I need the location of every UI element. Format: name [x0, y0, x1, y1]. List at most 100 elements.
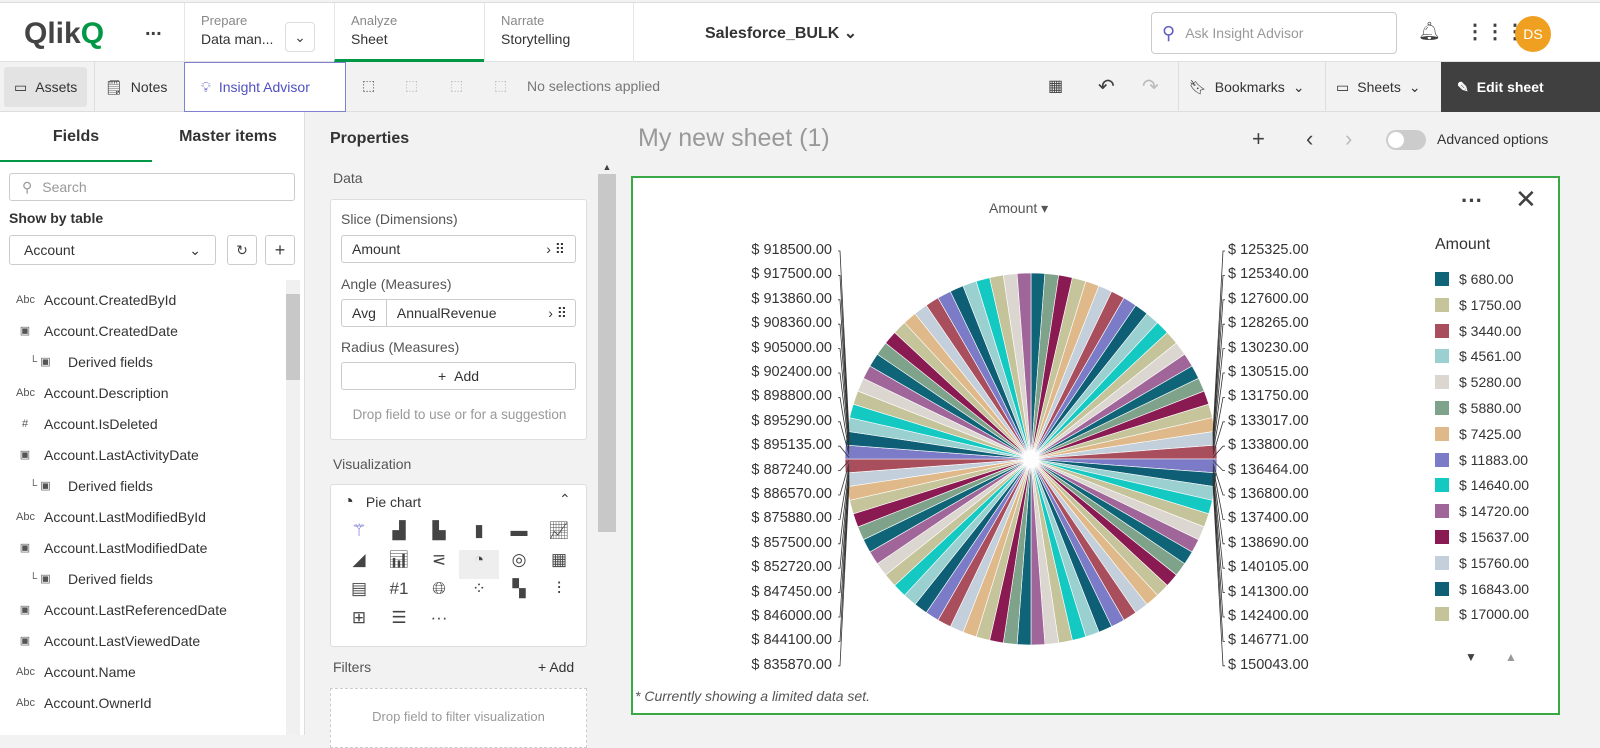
field-item[interactable]: Abc Account.Name: [16, 656, 136, 687]
field-item[interactable]: ▣ Account.CreatedDate: [16, 315, 178, 346]
legend-item[interactable]: $ 15760.00: [1435, 555, 1529, 571]
area-chart-icon[interactable]: ◢: [339, 550, 379, 579]
advanced-options-toggle[interactable]: [1386, 130, 1426, 150]
chevron-up-icon[interactable]: ⌃: [559, 491, 571, 508]
tab-master-items[interactable]: Master items: [152, 112, 304, 162]
previous-sheet-icon[interactable]: ‹: [1306, 126, 1313, 152]
donut-chart-icon[interactable]: ◎: [499, 550, 539, 579]
next-sheet-icon[interactable]: ›: [1345, 126, 1352, 152]
legend-item[interactable]: $ 15637.00: [1435, 529, 1529, 545]
bullet-chart-icon[interactable]: ▮: [459, 521, 499, 550]
kpi-icon[interactable]: #1: [379, 579, 419, 608]
qlik-logo[interactable]: QlikQ: [24, 17, 104, 51]
scatter-plot-icon[interactable]: ⁘: [459, 579, 499, 608]
insight-advisor-button[interactable]: 💡︎ Insight Advisor: [184, 62, 346, 112]
field-item[interactable]: Abc Account.Description: [16, 377, 169, 408]
more-menu-button[interactable]: ...: [145, 18, 162, 41]
selections-tool-icon[interactable]: ▦: [1048, 76, 1063, 96]
aggregation[interactable]: Avg: [342, 300, 387, 326]
legend-item[interactable]: $ 16843.00: [1435, 581, 1529, 597]
step-back-icon[interactable]: ⬚: [405, 77, 418, 94]
field-item[interactable]: # Account.IsDeleted: [16, 408, 158, 439]
app-title[interactable]: Salesforce_BULK ⌄: [705, 23, 857, 43]
notes-button[interactable]: 🗒︎ Notes: [94, 62, 177, 112]
clear-selections-icon[interactable]: ⬚: [494, 77, 507, 94]
filter-drop-zone[interactable]: Drop field to filter visualization: [330, 688, 587, 748]
legend-item[interactable]: $ 3440.00: [1435, 323, 1521, 339]
legend-item[interactable]: $ 17000.00: [1435, 606, 1529, 622]
legend-scroll-down[interactable]: ▼: [1465, 650, 1477, 664]
bar-chart-icon[interactable]: ▟: [379, 521, 419, 550]
undo-icon[interactable]: ↶: [1098, 74, 1115, 99]
add-sheet-icon[interactable]: +: [1252, 126, 1265, 152]
tab-narrate[interactable]: Narrate Storytelling: [484, 3, 634, 62]
legend-item[interactable]: $ 7425.00: [1435, 426, 1521, 442]
refresh-button[interactable]: ↻: [227, 235, 257, 265]
assets-button[interactable]: ▭ Assets: [4, 67, 88, 107]
viz-selected[interactable]: ◔ Pie chart: [343, 491, 421, 512]
bell-icon[interactable]: 🔔︎: [1418, 21, 1441, 42]
box-plot-icon[interactable]: ⊞: [339, 608, 379, 637]
field-item[interactable]: └ ▣ Derived fields: [22, 563, 152, 594]
treemap-icon[interactable]: ▚: [499, 579, 539, 608]
dimension-item[interactable]: Amount › ⠿: [341, 235, 576, 263]
pie-chart-object[interactable]: Amount ▾ ··· ✕ $ 918500.00 $ 917500.00 $ 9…: [631, 176, 1560, 715]
combo-chart-icon[interactable]: 📊︎: [379, 550, 419, 579]
edit-sheet-button[interactable]: ✎ Edit sheet: [1441, 62, 1600, 112]
scrollbar-thumb[interactable]: [286, 294, 300, 380]
field-item[interactable]: ▣ Account.LastViewedDate: [16, 625, 200, 656]
legend-item[interactable]: $ 5880.00: [1435, 400, 1521, 416]
field-item[interactable]: Abc Account.LastModifiedById: [16, 501, 206, 532]
legend-item[interactable]: $ 11883.00: [1435, 452, 1528, 468]
field-item[interactable]: ▣ Account.LastModifiedDate: [16, 532, 208, 563]
map-icon[interactable]: 🌐︎: [419, 579, 459, 608]
field-item[interactable]: Abc Account.OwnerId: [16, 687, 151, 718]
field-item[interactable]: └ ▣ Derived fields: [22, 470, 153, 501]
legend-item[interactable]: $ 14640.00: [1435, 477, 1529, 493]
table-select[interactable]: Account ⌄: [9, 235, 216, 265]
pivot-table-icon[interactable]: ▤: [339, 579, 379, 608]
field-item[interactable]: ▣ Account.LastActivityDate: [16, 439, 199, 470]
field-name: Derived fields: [68, 477, 153, 494]
selection-search-icon[interactable]: ⬚: [362, 77, 375, 94]
legend-item[interactable]: $ 680.00: [1435, 271, 1514, 287]
avatar[interactable]: DS: [1515, 16, 1551, 52]
scrollbar[interactable]: [286, 280, 300, 735]
field-item[interactable]: Abc Account.CreatedById: [16, 284, 176, 315]
table-icon[interactable]: ▦: [539, 550, 579, 579]
mekko-chart-icon[interactable]: ▙: [419, 521, 459, 550]
scrollbar-thumb[interactable]: [598, 174, 616, 532]
redo-icon[interactable]: ↷: [1142, 74, 1159, 99]
filter-pane-icon[interactable]: ☰: [379, 608, 419, 637]
legend-scroll-up[interactable]: ▲: [1505, 650, 1517, 664]
add-button[interactable]: +: [265, 235, 295, 265]
step-forward-icon[interactable]: ⬚: [450, 77, 463, 94]
gauge-bar-icon[interactable]: ▬: [499, 521, 539, 550]
field-search-input[interactable]: ⚲ Search: [9, 173, 295, 201]
prepare-dropdown-button[interactable]: ⌄: [285, 22, 315, 52]
bookmarks-button[interactable]: 🔖︎ Bookmarks ⌄: [1178, 62, 1315, 112]
measure-item[interactable]: Avg AnnualRevenue › ⠿: [341, 299, 576, 327]
legend-item[interactable]: $ 5280.00: [1435, 374, 1521, 390]
tab-fields[interactable]: Fields: [0, 112, 152, 162]
insight-search-input[interactable]: ⚲ Ask Insight Advisor: [1151, 12, 1397, 54]
sheets-button[interactable]: ▭ Sheets ⌄: [1325, 62, 1431, 112]
properties-scrollbar[interactable]: ▲: [598, 162, 616, 735]
pie-chart-icon[interactable]: ◔: [459, 550, 499, 579]
waterfall-icon[interactable]: ⋜: [419, 550, 459, 579]
tab-analyze[interactable]: Analyze Sheet: [334, 3, 484, 62]
add-filter-button[interactable]: + Add: [538, 659, 574, 675]
distribution-plot-icon[interactable]: ⫶: [539, 579, 579, 608]
field-item[interactable]: └ ▣ Derived fields: [22, 346, 152, 377]
magic-wand-icon[interactable]: ⚚: [339, 521, 379, 550]
sheet-title[interactable]: My new sheet (1): [638, 124, 830, 153]
legend-item[interactable]: $ 4561.00: [1435, 348, 1521, 364]
add-radius-button[interactable]: + Add: [341, 362, 576, 390]
line-chart-icon[interactable]: 📈︎: [539, 521, 579, 550]
more-viz-icon[interactable]: ···: [419, 608, 459, 637]
chevron-right-drag-icon[interactable]: › ⠿: [546, 241, 565, 258]
legend-item[interactable]: $ 1750.00: [1435, 297, 1521, 313]
chevron-right-drag-icon[interactable]: › ⠿: [548, 305, 575, 322]
legend-item[interactable]: $ 14720.00: [1435, 503, 1529, 519]
field-item[interactable]: ▣ Account.LastReferencedDate: [16, 594, 227, 625]
